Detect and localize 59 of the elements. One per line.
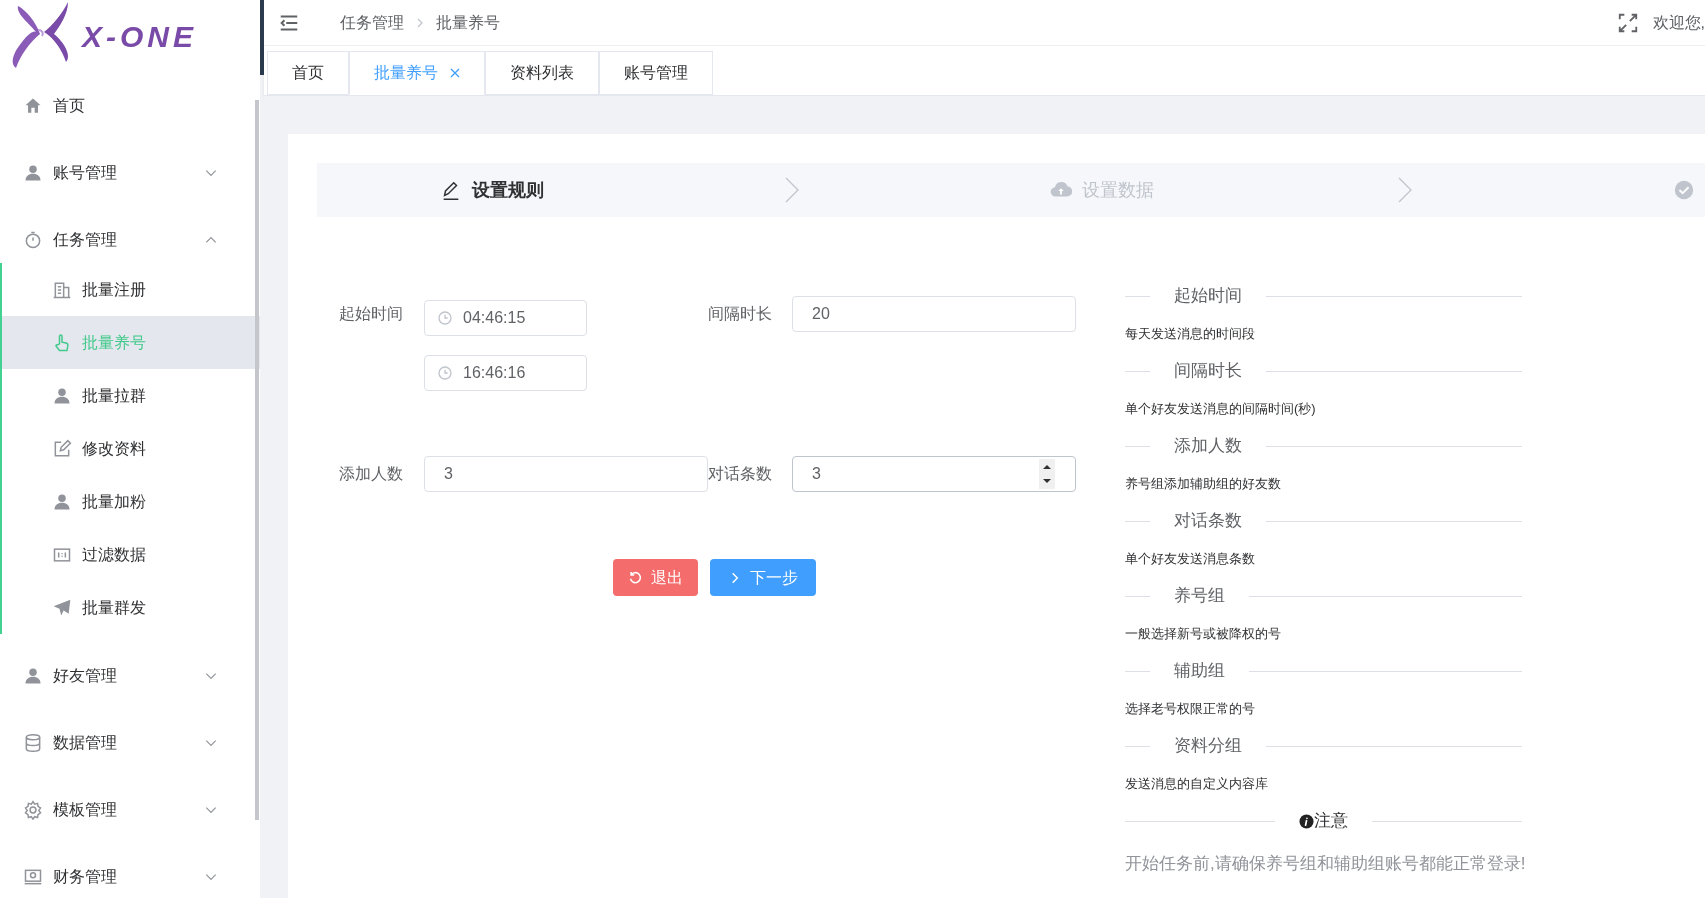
- chevron-icon: [1397, 176, 1413, 204]
- tab[interactable]: 首页: [267, 51, 349, 95]
- menu-item[interactable]: 账号管理: [0, 139, 260, 206]
- menu-item[interactable]: 模板管理: [0, 776, 260, 843]
- fullscreen-icon[interactable]: [1616, 11, 1639, 34]
- breadcrumb-item[interactable]: 任务管理: [340, 10, 404, 35]
- field-label: 对话条数: [708, 464, 773, 484]
- time-field[interactable]: 16:46:16: [424, 355, 587, 391]
- submenu-item[interactable]: 修改资料: [2, 422, 260, 475]
- menu-item[interactable]: 首页: [0, 72, 260, 139]
- submenu-item[interactable]: 批量群发: [2, 581, 260, 634]
- section-description: 单个好友发送消息条数: [1125, 549, 1256, 568]
- section-title: 辅助组: [1173, 660, 1226, 683]
- welcome-text: 欢迎您,: [1652, 12, 1705, 33]
- clock-icon: [437, 365, 453, 381]
- logo-text: X-ONE: [82, 18, 197, 55]
- interval-field[interactable]: 20: [792, 296, 1076, 332]
- paper-plane-icon: [52, 597, 72, 618]
- section-description: 发送消息的自定义内容库: [1125, 774, 1269, 793]
- section-title: 对话条数: [1173, 510, 1243, 533]
- field-label: 添加人数: [339, 464, 404, 484]
- section-title: 添加人数: [1173, 435, 1243, 458]
- info-icon: [1299, 813, 1314, 829]
- section-title: 资料分组: [1173, 735, 1243, 758]
- tab[interactable]: 资料列表: [485, 51, 599, 95]
- section-description: 单个好友发送消息的间隔时间(秒): [1125, 399, 1317, 418]
- add-count-field[interactable]: 3: [424, 456, 708, 492]
- hand-pointer-icon: [52, 332, 72, 353]
- database-icon: [23, 732, 43, 753]
- section-title: 起始时间: [1173, 285, 1243, 308]
- chevron-icon: [784, 176, 800, 204]
- section-description: 选择老号权限正常的号: [1125, 699, 1256, 718]
- close-icon[interactable]: [450, 68, 460, 78]
- breadcrumb-item: 批量养号: [436, 12, 500, 33]
- section-title: 间隔时长: [1173, 360, 1243, 383]
- edit-icon: [52, 438, 72, 459]
- menu-item[interactable]: 好友管理: [0, 642, 260, 709]
- section-title: 养号组: [1173, 585, 1226, 608]
- section-description: 每天发送消息的时间段: [1125, 324, 1256, 343]
- number-field[interactable]: 3: [792, 456, 1076, 492]
- menu-item[interactable]: 数据管理: [0, 709, 260, 776]
- submenu-item[interactable]: 过滤数据: [2, 528, 260, 581]
- submenu-item[interactable]: 批量拉群: [2, 369, 260, 422]
- time-field[interactable]: 04:46:15: [424, 300, 587, 336]
- section-description: 养号组添加辅助组的好友数: [1125, 474, 1282, 493]
- step-label: 设置规则: [472, 178, 544, 202]
- clock-icon: [437, 310, 453, 326]
- notice-text: 开始任务前,请确保养号组和辅助组账号都能正常登录!: [1125, 853, 1522, 875]
- menu-item[interactable]: 财务管理: [0, 843, 260, 898]
- tab[interactable]: 账号管理: [599, 51, 713, 95]
- refresh-icon: [628, 570, 643, 585]
- field-label: 起始时间: [339, 304, 404, 324]
- spinner-arrows-icon[interactable]: [1039, 459, 1055, 489]
- settings-icon: [23, 799, 43, 820]
- section-description: 一般选择新号或被降权的号: [1125, 624, 1282, 643]
- submenu-item[interactable]: 批量加粉: [2, 475, 260, 528]
- stopwatch-icon: [23, 229, 43, 250]
- field-label: 间隔时长: [708, 304, 773, 324]
- notice-title: 注意: [1314, 810, 1348, 833]
